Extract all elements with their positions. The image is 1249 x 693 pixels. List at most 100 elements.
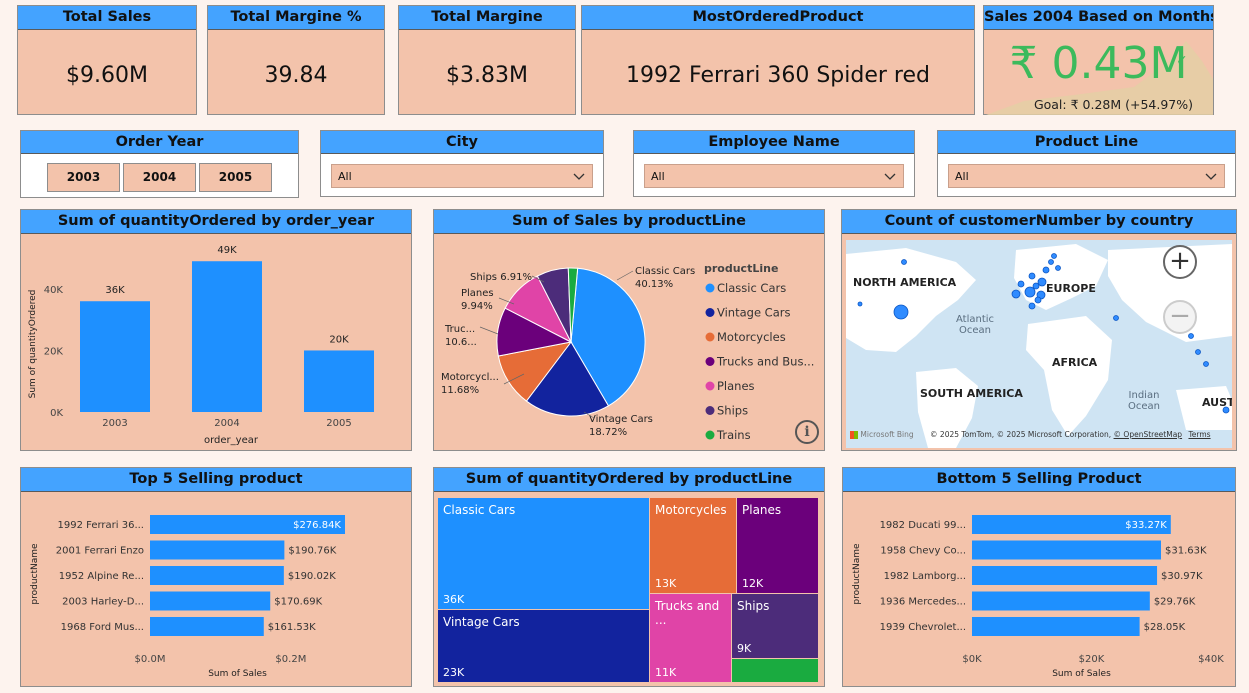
treemap-tile-motorcycles[interactable]: Motorcycles 13K bbox=[650, 498, 736, 593]
category-label: 1982 Ducati 99... bbox=[880, 520, 966, 531]
chevron-down-icon bbox=[884, 173, 896, 180]
x-axis-title: Sum of Sales bbox=[1052, 669, 1111, 679]
kpi-title: Total Margine bbox=[399, 6, 575, 30]
chart-title: Sum of quantityOrdered by order_year bbox=[21, 210, 411, 234]
customer-dot[interactable] bbox=[1034, 296, 1042, 304]
chart-bottom5-products[interactable]: Bottom 5 Selling Product 1982 Ducati 99.… bbox=[842, 467, 1236, 687]
x-tick-label: $0.2M bbox=[275, 654, 306, 665]
slice-percent: 10.6... bbox=[445, 337, 477, 348]
customer-dot[interactable] bbox=[1037, 277, 1047, 287]
year-option-2003[interactable]: 2003 bbox=[47, 163, 120, 192]
chart-customer-map[interactable]: Count of customerNumber by country NORTH… bbox=[841, 209, 1237, 451]
chart-sales-by-productline[interactable]: Sum of Sales by productLine Classic Cars… bbox=[433, 209, 825, 451]
data-label: $276.84K bbox=[293, 520, 341, 531]
map-area[interactable]: NORTH AMERICA EUROPE Atlantic Ocean AFRI… bbox=[846, 240, 1232, 448]
kpi-goal-sales-2004[interactable]: Sales 2004 Based on Months ₹ 0.43M ✓ Goa… bbox=[983, 5, 1214, 115]
treemap-tile-planes[interactable]: Planes 12K bbox=[737, 498, 818, 593]
terms-link[interactable]: Terms bbox=[1188, 430, 1210, 439]
customer-dot[interactable] bbox=[1113, 315, 1119, 321]
data-label: $190.76K bbox=[288, 546, 336, 557]
slicer-product-line[interactable]: Product Line All bbox=[937, 130, 1236, 197]
year-option-2004[interactable]: 2004 bbox=[123, 163, 196, 192]
customer-dot[interactable] bbox=[1188, 333, 1194, 339]
customer-dot[interactable] bbox=[901, 259, 907, 265]
slice-label: Planes bbox=[461, 288, 494, 299]
customer-dot[interactable] bbox=[1028, 272, 1036, 280]
legend-item: Motorcycles bbox=[717, 330, 786, 344]
chart-qty-treemap[interactable]: Sum of quantityOrdered by productLine Cl… bbox=[433, 467, 825, 687]
customer-dot[interactable] bbox=[1051, 253, 1057, 259]
data-label: $33.27K bbox=[1125, 520, 1167, 531]
map-label-indian: Indian Ocean bbox=[1128, 390, 1160, 412]
kpi-total-sales[interactable]: Total Sales $9.60M bbox=[17, 5, 197, 115]
slicer-employee[interactable]: Employee Name All bbox=[633, 130, 915, 197]
chart-title: Bottom 5 Selling Product bbox=[843, 468, 1235, 492]
year-option-2005[interactable]: 2005 bbox=[199, 163, 272, 192]
land-africa bbox=[1026, 316, 1112, 436]
land-europe bbox=[1014, 244, 1108, 310]
slice-label: Vintage Cars bbox=[589, 414, 653, 425]
kpi-total-margin[interactable]: Total Margine $3.83M bbox=[398, 5, 576, 115]
customer-dot[interactable] bbox=[1195, 349, 1201, 355]
slicer-order-year[interactable]: Order Year 2003 2004 2005 bbox=[20, 130, 299, 198]
category-label: 1936 Mercedes... bbox=[880, 597, 966, 608]
zoom-out-button[interactable]: − bbox=[1163, 300, 1197, 334]
treemap-tile-vintage-cars[interactable]: Vintage Cars 23K bbox=[438, 610, 649, 682]
treemap-tile-trains[interactable] bbox=[732, 659, 818, 682]
chart-qty-by-year[interactable]: Sum of quantityOrdered by order_year 0K 2… bbox=[20, 209, 412, 451]
data-label: 49K bbox=[217, 245, 237, 256]
employee-dropdown[interactable]: All bbox=[644, 164, 904, 188]
bar bbox=[150, 591, 271, 611]
city-dropdown[interactable]: All bbox=[331, 164, 593, 188]
customer-dot[interactable] bbox=[1055, 265, 1061, 271]
customer-dot[interactable] bbox=[1011, 289, 1021, 299]
osm-link[interactable]: © OpenStreetMap bbox=[1114, 430, 1183, 439]
slicer-city[interactable]: City All bbox=[320, 130, 604, 197]
bottom5-svg: 1982 Ducati 99... $33.27K 1958 Chevy Co...… bbox=[852, 515, 1224, 679]
customer-dot[interactable] bbox=[1042, 266, 1050, 274]
tile-label: Classic Cars bbox=[443, 503, 516, 517]
slice-label: Ships 6.91% bbox=[470, 272, 532, 283]
y-axis-title: productName bbox=[852, 543, 862, 605]
y-axis-title: productName bbox=[30, 543, 40, 605]
legend-item: Planes bbox=[717, 379, 755, 393]
customer-dot[interactable] bbox=[1203, 361, 1209, 367]
info-icon[interactable]: i bbox=[795, 420, 819, 444]
customer-dot[interactable] bbox=[1024, 286, 1036, 298]
tile-label: Vintage Cars bbox=[443, 615, 520, 629]
treemap-tile-ships[interactable]: Ships 9K bbox=[732, 594, 818, 658]
tile-value: 11K bbox=[655, 666, 677, 679]
slice-percent: 18.72% bbox=[589, 427, 627, 438]
data-label: $30.97K bbox=[1161, 571, 1203, 582]
tile-label: Trucks and ... bbox=[655, 599, 720, 627]
legend-marker bbox=[705, 430, 715, 440]
bar bbox=[972, 540, 1161, 560]
treemap-tile-classic-cars[interactable]: Classic Cars 36K bbox=[438, 498, 649, 609]
kpi-most-ordered-product[interactable]: MostOrderedProduct 1992 Ferrari 360 Spid… bbox=[581, 5, 975, 115]
chevron-down-icon bbox=[573, 173, 585, 180]
kpi-total-margin-pct[interactable]: Total Margine % 39.84 bbox=[207, 5, 385, 115]
x-tick-label: 2003 bbox=[102, 418, 127, 429]
copyright-text: © 2025 TomTom, © 2025 Microsoft Corporat… bbox=[930, 430, 1112, 439]
bar bbox=[972, 591, 1150, 611]
chart-title: Top 5 Selling product bbox=[21, 468, 411, 492]
bar bbox=[972, 566, 1158, 585]
x-tick-label: $20K bbox=[1079, 654, 1105, 665]
x-tick-label: 2005 bbox=[326, 418, 351, 429]
customer-dot[interactable] bbox=[1048, 259, 1054, 265]
data-label: $31.63K bbox=[1165, 546, 1207, 557]
x-axis-title: Sum of Sales bbox=[208, 669, 267, 679]
zoom-in-button[interactable]: + bbox=[1163, 245, 1197, 279]
treemap-tile-trucks[interactable]: Trucks and ... 11K bbox=[650, 594, 731, 682]
customer-dot[interactable] bbox=[1028, 302, 1036, 310]
data-label: $29.76K bbox=[1154, 597, 1196, 608]
customer-dot[interactable] bbox=[857, 301, 863, 307]
map-label-australia: AUST bbox=[1202, 396, 1232, 409]
x-tick-label: $40K bbox=[1198, 654, 1224, 665]
chart-top5-products[interactable]: Top 5 Selling product 1992 Ferrari 36...… bbox=[20, 467, 412, 687]
check-icon: ✓ bbox=[1176, 53, 1188, 69]
customer-dot[interactable] bbox=[1017, 280, 1025, 288]
customer-dot[interactable] bbox=[893, 304, 909, 320]
product-line-dropdown[interactable]: All bbox=[948, 164, 1225, 188]
slice-label: Truc... bbox=[444, 324, 475, 335]
